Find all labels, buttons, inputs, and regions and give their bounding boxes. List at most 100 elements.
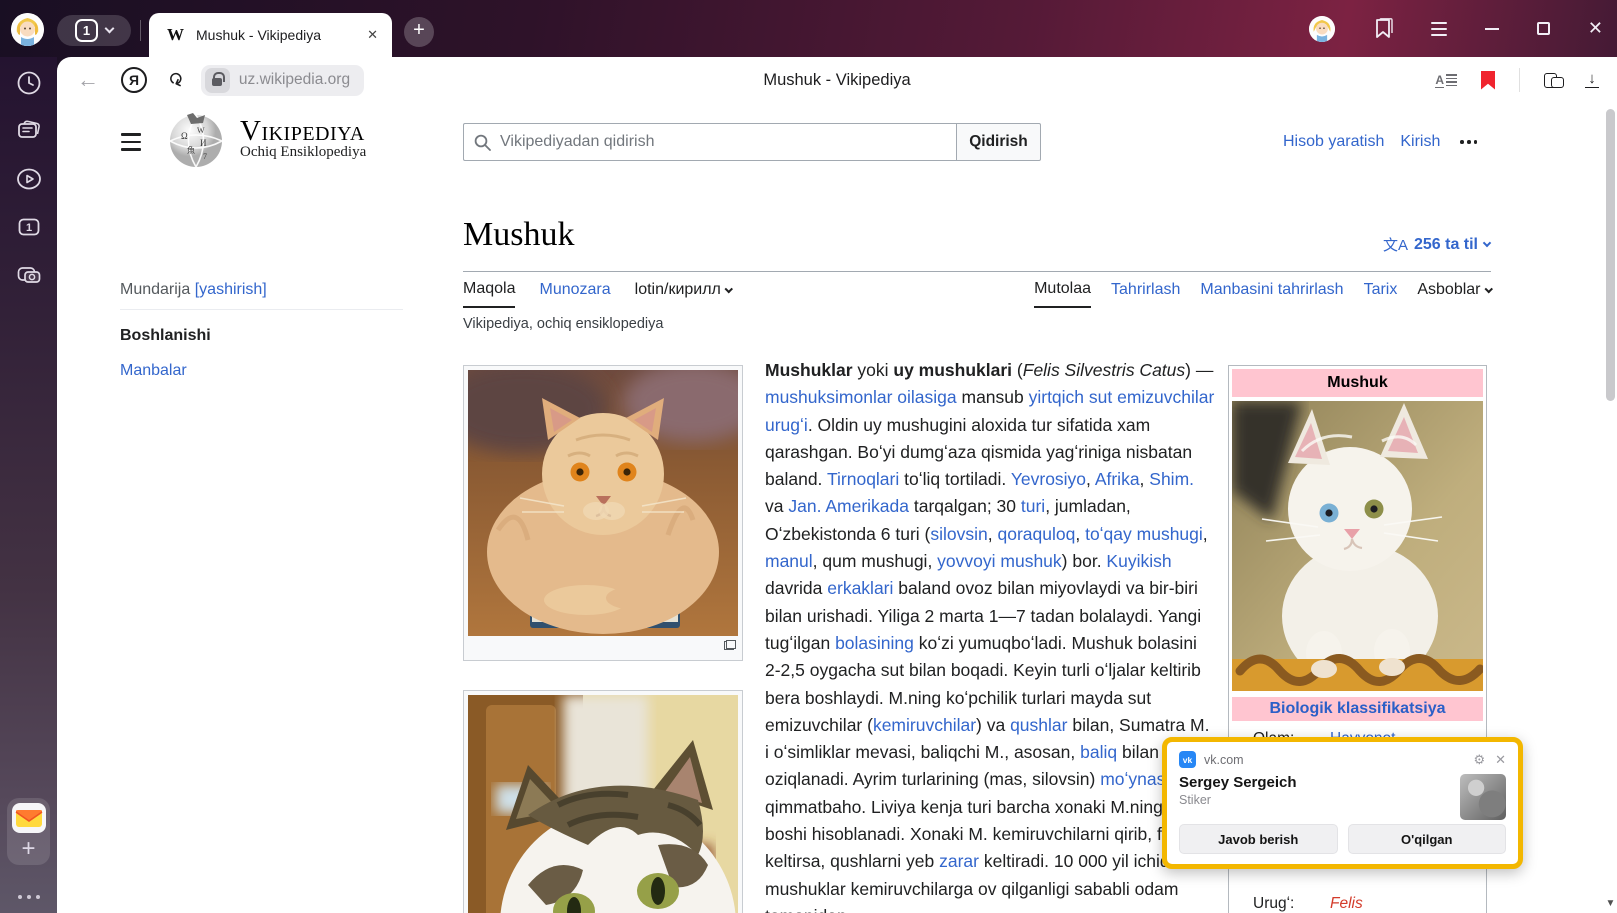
scrollbar-thumb[interactable] (1606, 109, 1615, 401)
chevron-down-icon (105, 24, 115, 34)
article-link[interactable]: bolasining (835, 633, 914, 653)
infobox-image-white-kitten[interactable] (1232, 401, 1483, 691)
article-link[interactable]: Kuyikish (1106, 551, 1171, 571)
tab-counter[interactable]: 1 (57, 15, 131, 46)
article-link[interactable]: Jan. Amerikada (788, 496, 909, 516)
language-icon: 文A (1383, 234, 1408, 255)
vk-notification-popup: vk vk.com ⚙ ✕ Sergey Sergeich Stiker Jav… (1162, 737, 1523, 869)
language-selector[interactable]: 文A 256 ta til (1383, 234, 1490, 255)
download-icon[interactable]: ↓ (1585, 72, 1599, 89)
article-link[interactable]: Shim. (1149, 469, 1194, 489)
history-icon[interactable] (16, 70, 42, 96)
bookmarks-panel-icon[interactable] (1373, 18, 1393, 40)
collections-icon[interactable] (1544, 73, 1561, 87)
sync-avatar[interactable] (1309, 16, 1335, 42)
tabs-panel-icon[interactable]: 1 (16, 214, 42, 240)
window-close-button[interactable]: ✕ (1588, 18, 1603, 39)
avatar-girl-icon (1309, 16, 1335, 42)
notification-action-button[interactable]: O'qilgan (1348, 824, 1507, 854)
article-tab[interactable]: Mutolaa (1034, 280, 1091, 308)
chevron-down-icon (1484, 285, 1492, 293)
feed-icon[interactable] (16, 118, 42, 144)
notification-close-icon[interactable]: ✕ (1495, 752, 1506, 768)
minimize-button[interactable] (1485, 28, 1499, 30)
infobox-row: Urugʻ:Felis (1253, 895, 1483, 913)
video-icon[interactable] (16, 166, 42, 192)
toc-item[interactable]: Boshlanishi (120, 327, 403, 345)
infobox-section-header: Biologik klassifikatsiya (1232, 697, 1483, 721)
tab-close-icon[interactable]: ✕ (367, 27, 378, 43)
article-tab[interactable]: Maqola (463, 280, 515, 308)
page-title: Mushuk - Vikipediya (763, 71, 910, 90)
article-tab[interactable]: Asboblar (1417, 280, 1491, 308)
toc-hide-link[interactable]: [yashirish] (195, 281, 267, 298)
notification-action-button[interactable]: Javob berish (1179, 824, 1338, 854)
page-scrollbar[interactable]: ▼ (1604, 103, 1617, 913)
article-link[interactable]: toʻqay mushugi (1085, 524, 1203, 544)
svg-text:Ω: Ω (181, 131, 188, 141)
article-tab[interactable]: lotin/кирилл (635, 280, 732, 308)
search-input[interactable]: Vikipediyadan qidirish (463, 123, 956, 161)
new-tab-button[interactable]: + (404, 17, 434, 47)
browser-tab-active[interactable]: W Mushuk - Vikipediya ✕ (149, 13, 392, 57)
article-image-cat-on-book[interactable] (463, 365, 743, 661)
article-link[interactable]: kemiruvchilar (873, 715, 976, 735)
search-button[interactable]: Qidirish (956, 123, 1041, 161)
article-link[interactable]: turi (1021, 496, 1045, 516)
biological-classification-link[interactable]: Biologik klassifikatsiya (1269, 700, 1445, 718)
browser-window: 1 W Mushuk - Vikipediya ✕ + (0, 0, 1617, 913)
mail-app-icon[interactable] (12, 803, 46, 833)
profile-avatar[interactable] (11, 13, 44, 46)
notification-settings-icon[interactable]: ⚙ (1473, 752, 1485, 768)
svg-text:1: 1 (25, 222, 31, 234)
back-button[interactable]: ← (77, 67, 99, 93)
article-link[interactable]: qushlar (1010, 715, 1067, 735)
article-link[interactable]: erkaklari (827, 578, 893, 598)
user-more-icon[interactable] (1460, 140, 1477, 144)
yandex-button[interactable]: Я (121, 67, 147, 93)
wiki-search: Vikipediyadan qidirish Qidirish (463, 123, 1041, 161)
article-tab[interactable]: Tarix (1364, 280, 1398, 308)
article-link[interactable]: moʻynasi (1100, 769, 1169, 789)
notification-sticker-thumbnail[interactable] (1460, 774, 1506, 820)
article-tab[interactable]: Manbasini tahrirlash (1200, 280, 1343, 308)
lock-icon[interactable] (205, 68, 230, 93)
article-link[interactable]: baliq (1080, 742, 1117, 762)
create-account-link[interactable]: Hisob yaratish (1283, 133, 1384, 151)
sidebar-more-icon[interactable] (18, 895, 40, 899)
bookmark-added-icon[interactable] (1481, 71, 1495, 90)
article-link[interactable]: mushuksimonlar oilasiga (765, 387, 957, 407)
article-link[interactable]: silovsin (930, 524, 987, 544)
wiki-menu-icon[interactable] (121, 133, 141, 151)
wikipedia-wordmark[interactable]: Vikipediya Ochiq Ensiklopediya (240, 116, 366, 161)
article-link[interactable]: Afrika (1095, 469, 1140, 489)
browser-sidebar: 1 + (0, 57, 57, 913)
address-bar[interactable]: uz.wikipedia.org (201, 65, 364, 96)
article-image-tabby-cat[interactable] (463, 690, 743, 913)
article-tab[interactable]: Munozara (539, 280, 610, 308)
reader-mode-icon[interactable]: A (1435, 73, 1457, 88)
infobox-row-value[interactable]: Felis (1330, 895, 1363, 913)
refresh-button[interactable]: ⟳ (161, 69, 188, 92)
article-link[interactable]: Yevrosiyo (1011, 469, 1086, 489)
article-link[interactable]: yovvoyi mushuk (937, 551, 1062, 571)
toc-item[interactable]: Manbalar (120, 362, 403, 380)
article-link[interactable]: qoraquloq (997, 524, 1075, 544)
tab-separator (140, 20, 141, 41)
browser-menu-icon[interactable] (1431, 22, 1447, 36)
scrollbar-down-arrow[interactable]: ▼ (1604, 898, 1617, 909)
login-link[interactable]: Kirish (1400, 133, 1440, 151)
article-link[interactable]: Tirnoqlari (827, 469, 899, 489)
article-tab[interactable]: Tahrirlash (1111, 280, 1180, 308)
svg-text:7: 7 (203, 152, 207, 161)
maximize-button[interactable] (1537, 22, 1550, 35)
screenshot-icon[interactable] (16, 262, 42, 288)
enlarge-icon[interactable] (724, 640, 736, 650)
article-link[interactable]: zarar (939, 851, 979, 871)
add-app-button[interactable]: + (21, 839, 35, 859)
search-placeholder: Vikipediyadan qidirish (500, 133, 654, 151)
notification-message: Stiker (1179, 793, 1506, 807)
wikipedia-globe-logo[interactable]: Ω W И 魚 7 (167, 111, 225, 174)
article-link[interactable]: manul (765, 551, 813, 571)
url-text: uz.wikipedia.org (239, 71, 350, 89)
